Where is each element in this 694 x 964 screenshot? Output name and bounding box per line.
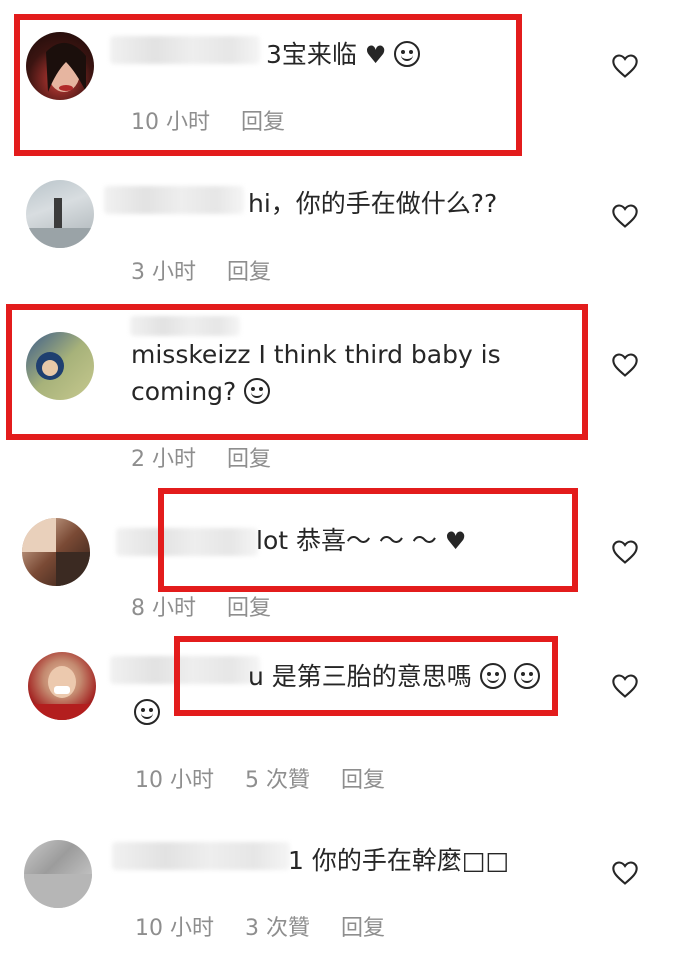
comment-time: 10 小时 [135,768,214,793]
comment-time: 8 小时 [131,596,196,621]
comment-meta: 3 小时 回复 [131,254,271,286]
comment-text: hi，你的手在做什么?? [248,185,497,223]
comment-text-content: hi，你的手在做什么?? [248,189,498,218]
avatar[interactable] [24,840,92,908]
highlight-box [6,304,588,440]
avatar-image [26,198,94,248]
highlight-box [158,488,578,592]
comment-meta: 2 小时 回复 [131,441,271,473]
likes-count[interactable]: 5 次贊 [245,762,310,794]
comment-time: 2 小时 [131,447,196,472]
reply-button[interactable]: 回复 [227,441,271,473]
like-heart-icon[interactable] [611,202,639,230]
like-heart-icon[interactable] [611,672,639,700]
like-heart-icon[interactable] [611,859,639,887]
comment-text [134,694,160,732]
like-heart-icon[interactable] [611,52,639,80]
like-heart-icon[interactable] [611,351,639,379]
reply-button[interactable]: 回复 [227,254,271,286]
username-redacted [112,842,290,870]
username-redacted [104,186,244,214]
like-heart-icon[interactable] [611,538,639,566]
highlight-box [14,14,522,156]
comment-meta: 10 小时 5 次贊 回复 [135,762,385,794]
reply-button[interactable]: 回复 [227,590,271,622]
avatar[interactable] [22,518,90,586]
highlight-box [174,636,558,716]
avatar-image [22,518,90,586]
grimace-emoji-icon [134,699,160,725]
comment-text: 1 你的手在幹麼□□ [288,842,509,880]
avatar-image [24,874,92,908]
comment-meta: 8 小时 回复 [131,590,271,622]
likes-count[interactable]: 3 次贊 [245,910,310,942]
avatar-image [28,666,96,720]
avatar[interactable] [28,652,96,720]
comment-time: 3 小时 [131,260,196,285]
reply-button[interactable]: 回复 [341,762,385,794]
comment-meta: 10 小时 3 次贊 回复 [135,910,385,942]
comment-text-content: 1 你的手在幹麼□□ [288,846,510,875]
reply-button[interactable]: 回复 [341,910,385,942]
comment-time: 10 小时 [135,916,214,941]
avatar[interactable] [26,180,94,248]
